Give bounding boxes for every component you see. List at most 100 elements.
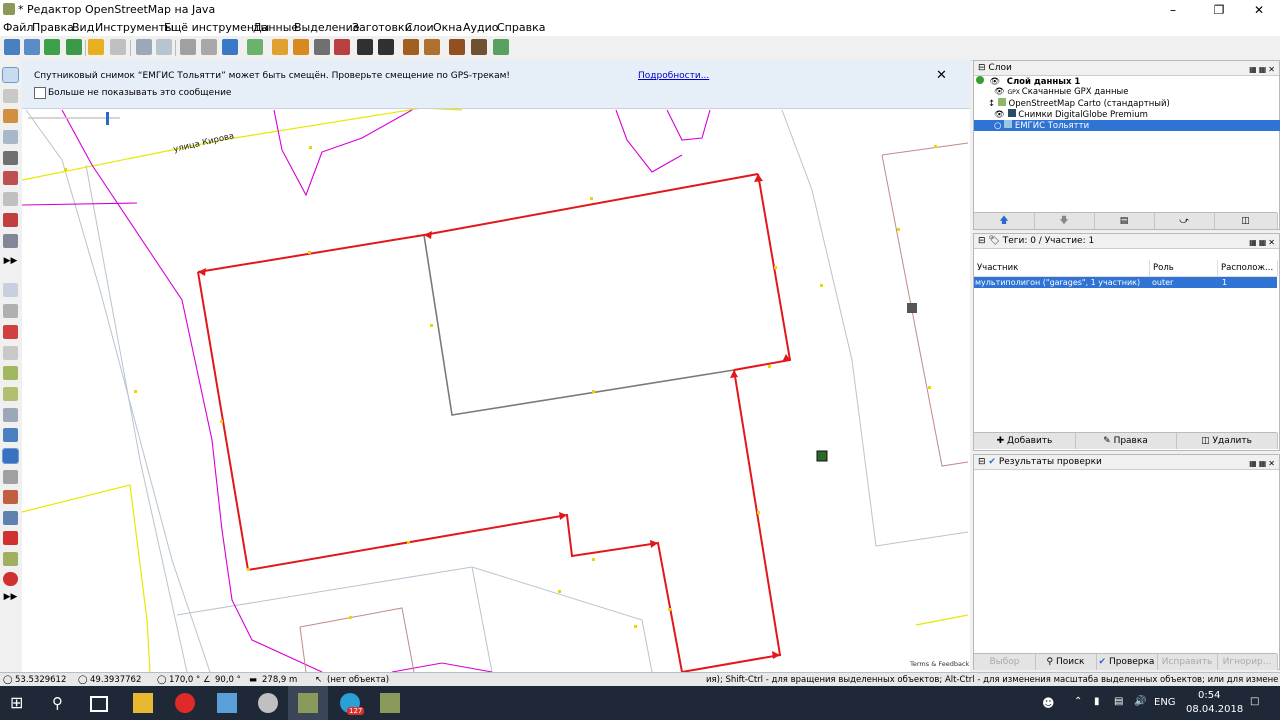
search-button[interactable]: ⚲ Поиск [1035,654,1097,670]
info-sign-icon[interactable] [403,39,419,55]
zoom-slider-thumb[interactable] [106,112,109,125]
inner-way[interactable] [423,234,735,416]
move-up-icon[interactable]: 🡅 [974,213,1035,229]
layer-item-selected[interactable]: ○ ЕМГИС Тольятти [974,120,1280,131]
parallel-icon[interactable] [3,171,18,185]
improve-way-icon[interactable] [3,192,18,206]
filter-icon[interactable] [3,470,18,484]
more-tools-icon[interactable]: ▶▶ [3,254,18,268]
move-down-icon[interactable]: 🡇 [1034,213,1095,229]
history-icon[interactable] [3,346,18,360]
paint-icon[interactable] [258,693,278,713]
preferences-icon[interactable] [136,39,152,55]
lasso-icon[interactable] [3,89,18,103]
delete-icon[interactable] [3,151,18,165]
panel-window-buttons[interactable]: ▦▦✕ [1249,63,1277,77]
layer-icon[interactable] [3,408,18,422]
membership-row[interactable]: мультиполигон ("garages", 1 участник) ou… [974,277,1277,288]
playground-icon[interactable] [816,450,828,462]
language-indicator[interactable]: ENG [1154,697,1176,708]
more-panels-icon[interactable]: ▶▶ [3,590,18,604]
extrude-icon[interactable] [3,234,18,248]
column-position[interactable]: Располож... [1218,260,1278,276]
globe-icon[interactable] [3,511,18,525]
banner-close-icon[interactable]: ✕ [936,68,947,83]
visibility-eye-icon[interactable]: 👁 [994,87,1008,97]
menu-presets[interactable]: Заготовки [352,21,412,34]
notepad-icon[interactable] [217,693,237,713]
merge-layer-icon[interactable]: ▤ [1094,213,1155,229]
menu-windows[interactable]: Окна [433,21,462,34]
panel-window-buttons[interactable]: ▦▦✕ [1249,457,1277,471]
delete-button[interactable]: ◫ Удалить [1176,433,1278,449]
battery-icon[interactable]: ▮ [1094,696,1100,707]
menu-data[interactable]: Данные [253,21,298,34]
close-button[interactable]: ✕ [1236,0,1280,20]
windows-start-icon[interactable]: ⊞ [10,693,30,713]
layer-item[interactable]: 👁 Слой данных 1 [974,76,1277,87]
car-icon[interactable] [357,39,373,55]
open-location-icon[interactable] [24,39,40,55]
redo-icon[interactable] [110,39,126,55]
column-role[interactable]: Роль [1150,260,1218,276]
wall-icon[interactable] [334,39,350,55]
landmark-icon[interactable] [449,39,465,55]
banner-details-link[interactable]: Подробности... [638,71,709,81]
split-icon[interactable] [3,213,18,227]
minimize-button[interactable]: – [1150,0,1196,20]
traffic-light-icon[interactable] [314,39,330,55]
changeset-icon[interactable] [3,428,18,442]
menu-tools[interactable]: Инструменты [95,21,174,34]
task-view-icon[interactable] [90,696,108,712]
undo-icon[interactable] [88,39,104,55]
map-paint-icon[interactable] [3,366,18,380]
filter-image-icon[interactable] [3,387,18,401]
bus-icon[interactable] [378,39,394,55]
no-entry-icon[interactable] [3,572,18,586]
upload-icon[interactable] [66,39,82,55]
draw-icon[interactable] [3,109,18,123]
panel-window-buttons[interactable]: ▦▦✕ [1249,236,1277,250]
download-icon[interactable] [44,39,60,55]
menu-view[interactable]: Вид [72,21,94,34]
menu-edit[interactable]: Правка [32,21,74,34]
map-canvas[interactable]: улица Кирова Terms & Feedback [22,60,970,672]
check-button[interactable]: ✔ Проверка [1096,654,1158,670]
layer-item[interactable]: 👁 GPX Скачанные GPX данные [974,87,1280,98]
josm-taskbar-icon[interactable] [298,693,318,713]
building-icon[interactable] [272,39,288,55]
zoom-to-icon[interactable] [156,39,172,55]
select-mode-icon[interactable] [2,67,19,83]
volume-icon[interactable]: 🔊 [1134,696,1146,707]
layer-item[interactable]: 👁 Снимки DigitalGlobe Premium [974,109,1280,120]
dont-show-checkbox[interactable] [34,87,46,99]
menu-file[interactable]: Файл [3,21,33,34]
imagery-list-icon[interactable] [3,283,18,297]
yandex-browser-icon[interactable] [175,693,195,713]
tag-icon[interactable] [3,304,18,318]
tray-chevron-icon[interactable]: ⌃ [1074,696,1082,707]
imagery-icon[interactable] [247,39,263,55]
split-way-icon[interactable] [180,39,196,55]
file-explorer-icon[interactable] [133,693,153,713]
layer-item[interactable]: ↕ OpenStreetMap Carto (стандартный) [974,98,1280,109]
delete-layer-icon[interactable]: ◫ [1214,213,1278,229]
network-icon[interactable]: ▤ [1114,696,1123,707]
column-member[interactable]: Участник [974,260,1150,276]
menu-selection[interactable]: Выделение [294,21,360,34]
josm-second-icon[interactable] [380,693,400,713]
relation-icon[interactable] [3,325,18,339]
collapse-icon[interactable]: ⊟ [978,457,988,467]
clock-time[interactable]: 0:54 [1198,690,1220,701]
clock-date[interactable]: 08.04.2018 [1186,704,1243,715]
search-icon[interactable]: ⚲ [52,693,72,713]
way-nodes[interactable] [64,145,937,628]
map-pin-icon[interactable] [3,531,18,545]
collapse-icon[interactable]: ⊟ [978,63,988,73]
factory-icon[interactable] [471,39,487,55]
collapse-icon[interactable]: ⊟ [978,236,988,246]
visibility-eye-icon[interactable]: 👁 [994,110,1008,120]
menu-audio[interactable]: Аудио [463,21,499,34]
menu-help[interactable]: Справка [497,21,545,34]
ignore-button[interactable]: Игнорир... [1217,654,1278,670]
